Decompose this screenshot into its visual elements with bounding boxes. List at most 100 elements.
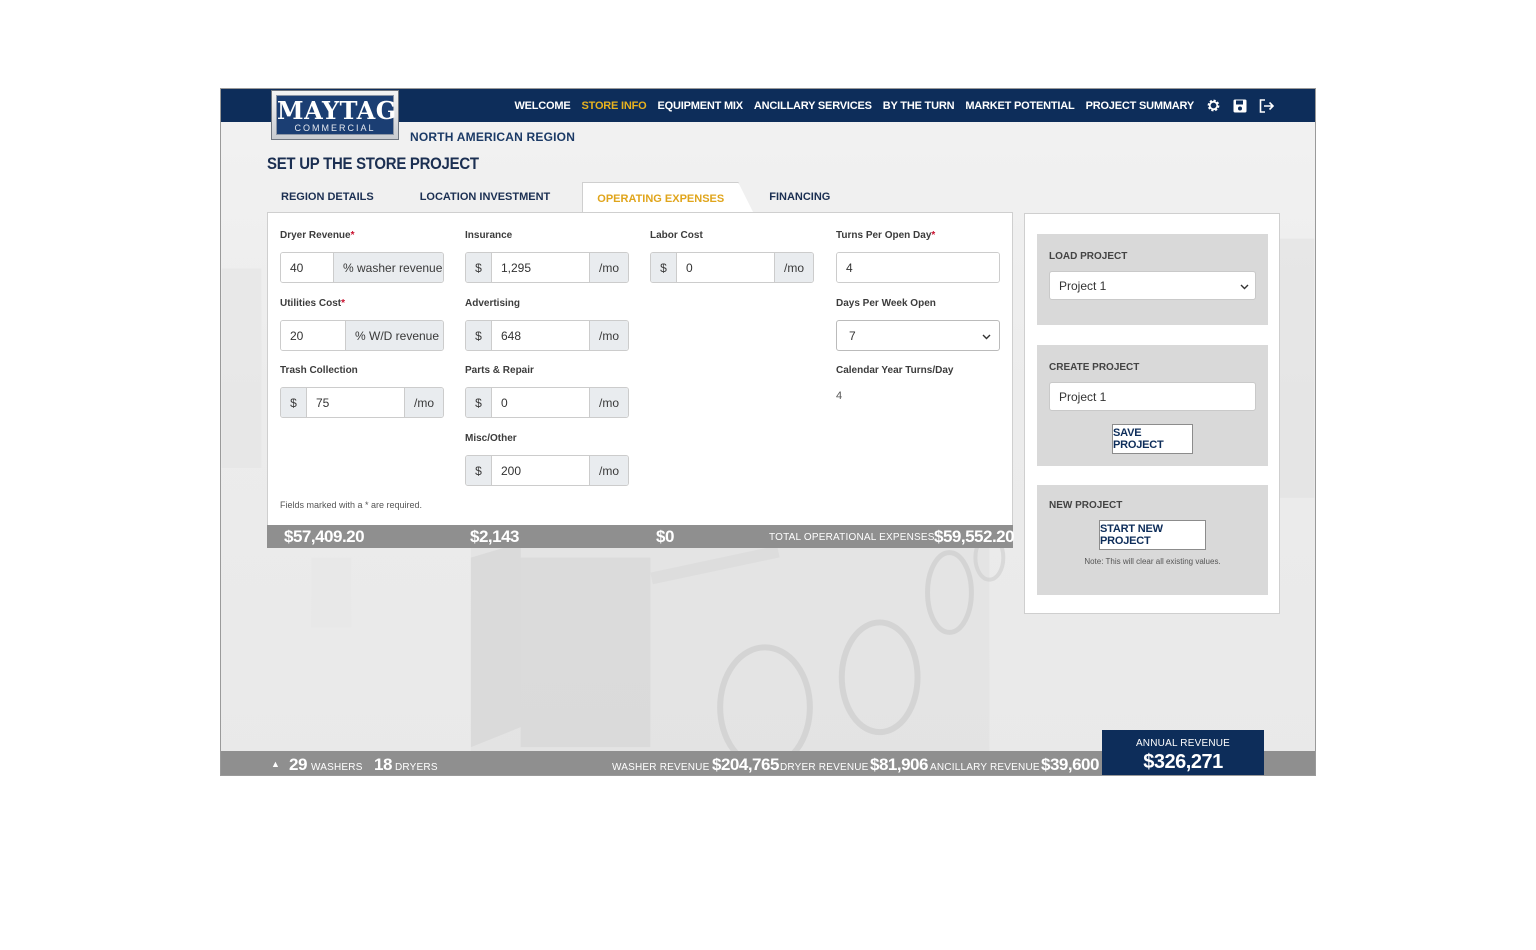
gear-icon[interactable]: [1205, 98, 1221, 114]
per-month-suffix: /mo: [588, 253, 628, 282]
trash-collection-input[interactable]: 75: [307, 388, 404, 417]
expand-caret-icon[interactable]: ▲: [271, 751, 280, 775]
insurance-input[interactable]: 1,295: [492, 253, 589, 282]
create-project-title: CREATE PROJECT: [1049, 362, 1140, 373]
insurance-field: Insurance $ 1,295 /mo: [465, 230, 629, 283]
days-per-week-value: 7: [849, 328, 856, 343]
nav-store-info[interactable]: STORE INFO: [581, 100, 646, 112]
advertising-input-group: $ 648 /mo: [465, 320, 629, 351]
turns-per-day-label-text: Turns Per Open Day: [836, 230, 932, 241]
new-project-title: NEW PROJECT: [1049, 500, 1123, 511]
per-month-suffix: /mo: [588, 456, 628, 485]
dollar-prefix: $: [281, 388, 307, 417]
total-column-3: $0: [656, 527, 674, 546]
parts-repair-field: Parts & Repair $ 0 /mo: [465, 365, 629, 418]
total-column-2: $2,143: [470, 527, 520, 546]
turns-per-day-input[interactable]: 4: [837, 253, 999, 282]
nav-project-summary[interactable]: PROJECT SUMMARY: [1086, 100, 1195, 112]
page-title: SET UP THE STORE PROJECT: [267, 154, 479, 173]
dryers-label: DRYERS: [395, 762, 438, 773]
save-project-button[interactable]: SAVE PROJECT: [1112, 424, 1193, 454]
misc-other-field: Misc/Other $ 200 /mo: [465, 433, 629, 486]
insurance-input-group: $ 1,295 /mo: [465, 252, 629, 283]
washer-revenue-label: WASHER REVENUE: [612, 762, 710, 773]
tab-location-investment[interactable]: LOCATION INVESTMENT: [406, 181, 565, 213]
washers-label: WASHERS: [311, 762, 363, 773]
labor-cost-input-group: $ 0 /mo: [650, 252, 814, 283]
ancillary-revenue-value: $39,600: [1041, 755, 1099, 774]
total-operational-expenses-label: TOTAL OPERATIONAL EXPENSES: [769, 532, 935, 543]
chevron-down-icon: [982, 329, 991, 343]
nav-ancillary-services[interactable]: ANCILLARY SERVICES: [754, 100, 872, 112]
labor-cost-field: Labor Cost $ 0 /mo: [650, 230, 814, 283]
trash-collection-label: Trash Collection: [280, 365, 358, 376]
advertising-input[interactable]: 648: [492, 321, 589, 350]
total-column-1: $57,409.20: [284, 527, 365, 546]
misc-other-label: Misc/Other: [465, 433, 517, 444]
misc-other-input[interactable]: 200: [492, 456, 589, 485]
section-tabs: REGION DETAILS LOCATION INVESTMENT OPERA…: [267, 181, 862, 214]
dryer-revenue-input[interactable]: 40: [281, 253, 334, 282]
required-marker: *: [931, 230, 936, 241]
required-fields-note: Fields marked with a * are required.: [280, 500, 423, 510]
labor-cost-input[interactable]: 0: [677, 253, 774, 282]
nav-welcome[interactable]: WELCOME: [514, 100, 570, 112]
utilities-cost-input[interactable]: 20: [281, 321, 346, 350]
per-month-suffix: /mo: [773, 253, 813, 282]
logout-icon[interactable]: [1259, 98, 1275, 114]
insurance-label: Insurance: [465, 230, 513, 241]
load-project-box: LOAD PROJECT Project 1: [1037, 234, 1268, 325]
logo-subtitle: COMMERCIAL: [294, 123, 376, 133]
annual-revenue-box: ANNUAL REVENUE $326,271: [1102, 730, 1264, 775]
advertising-field: Advertising $ 648 /mo: [465, 298, 629, 351]
parts-repair-input[interactable]: 0: [492, 388, 589, 417]
logo-badge: MAYTAG COMMERCIAL: [276, 95, 397, 135]
dollar-prefix: $: [651, 253, 677, 282]
required-marker: *: [341, 298, 346, 309]
load-project-selected: Project 1: [1059, 278, 1107, 293]
load-project-select[interactable]: Project 1: [1049, 271, 1256, 300]
start-new-project-button[interactable]: START NEW PROJECT: [1099, 520, 1206, 550]
nav-equipment-mix[interactable]: EQUIPMENT MIX: [658, 100, 744, 112]
days-per-week-select[interactable]: 7: [836, 320, 1000, 351]
per-month-suffix: /mo: [403, 388, 443, 417]
dryer-revenue-label-text: Dryer Revenue: [280, 230, 351, 241]
dollar-prefix: $: [466, 388, 492, 417]
nav-market-potential[interactable]: MARKET POTENTIAL: [965, 100, 1074, 112]
turns-per-day-field: Turns Per Open Day* 4: [836, 230, 1000, 283]
advertising-label: Advertising: [465, 298, 521, 309]
dollar-prefix: $: [466, 253, 492, 282]
nav-by-the-turn[interactable]: BY THE TURN: [883, 100, 955, 112]
dryer-revenue-input-group: 40 % washer revenue: [280, 252, 444, 283]
new-project-box: NEW PROJECT START NEW PROJECT Note: This…: [1037, 485, 1268, 595]
create-project-box: CREATE PROJECT Project 1 SAVE PROJECT: [1037, 345, 1268, 466]
days-per-week-field: Days Per Week Open 7: [836, 298, 1000, 351]
calendar-turns-label: Calendar Year Turns/Day: [836, 365, 954, 376]
tab-operating-expenses[interactable]: OPERATING EXPENSES: [582, 182, 755, 214]
required-marker: *: [350, 230, 355, 241]
calendar-turns-value: 4: [836, 390, 843, 402]
utilities-cost-suffix: % W/D revenue: [346, 321, 443, 350]
total-operational-expenses-value: $59,552.20: [934, 527, 1015, 546]
logo-wordmark: MAYTAG: [277, 96, 397, 125]
utilities-cost-label: Utilities Cost*: [280, 298, 444, 312]
trash-collection-field: Trash Collection $ 75 /mo: [280, 365, 444, 418]
turns-per-day-label: Turns Per Open Day*: [836, 230, 1000, 244]
expense-totals-bar: $57,409.20 $2,143 $0 TOTAL OPERATIONAL E…: [267, 525, 1015, 548]
misc-other-input-group: $ 200 /mo: [465, 455, 629, 486]
save-icon[interactable]: [1232, 98, 1248, 114]
calendar-turns-field: Calendar Year Turns/Day 4: [836, 365, 1000, 402]
dryer-revenue-field: Dryer Revenue* 40 % washer revenue: [280, 230, 444, 283]
dryer-revenue-suffix: % washer revenue: [334, 253, 443, 282]
tab-region-details[interactable]: REGION DETAILS: [267, 181, 388, 213]
per-month-suffix: /mo: [588, 388, 628, 417]
utilities-cost-input-group: 20 % W/D revenue: [280, 320, 444, 351]
trash-collection-input-group: $ 75 /mo: [280, 387, 444, 418]
project-name-input[interactable]: Project 1: [1049, 382, 1256, 411]
days-per-week-label: Days Per Week Open: [836, 298, 936, 309]
dollar-prefix: $: [466, 321, 492, 350]
tab-financing[interactable]: FINANCING: [755, 181, 844, 213]
maytag-commercial-logo[interactable]: MAYTAG COMMERCIAL: [271, 90, 399, 140]
dollar-prefix: $: [466, 456, 492, 485]
labor-cost-label: Labor Cost: [650, 230, 703, 241]
